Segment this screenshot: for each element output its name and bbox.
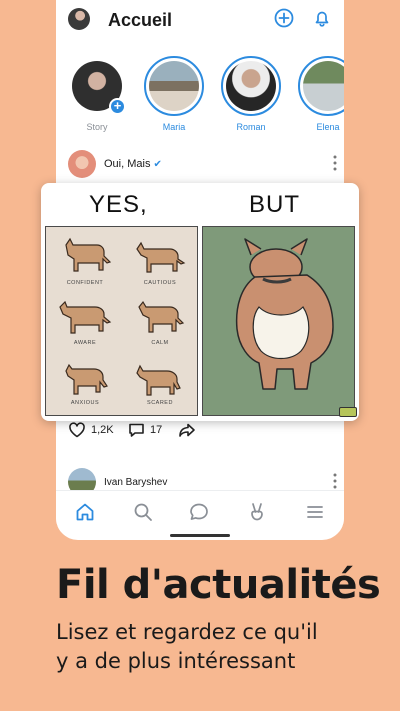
post-author[interactable]: Oui, Mais ✔ (104, 158, 162, 170)
post-actions: 1,2K 17 (68, 422, 268, 442)
meme-card[interactable]: YES, BUT CONFIDENT CAUTIOUS AWARE CALM A… (41, 183, 359, 421)
more-icon[interactable] (332, 154, 338, 172)
dog-pose: CAUTIOUS (123, 233, 197, 293)
dog-illustration (136, 364, 181, 396)
story-avatar (149, 61, 199, 111)
promo-subline: Lisez et regardez ce qu'il y a de plus i… (56, 618, 386, 676)
share-button[interactable] (178, 422, 196, 438)
comment-icon (129, 423, 144, 437)
chat-icon[interactable] (188, 501, 210, 523)
stories-row: + Story Maria Roman Elena (56, 56, 344, 132)
dog-pose: ANXIOUS (48, 353, 122, 413)
dog-pose: SCARED (123, 353, 197, 413)
plus-icon[interactable] (274, 8, 294, 28)
peace-icon[interactable] (246, 501, 268, 523)
bell-icon[interactable] (312, 8, 332, 28)
story-label: Elena (316, 122, 340, 132)
story-roman[interactable]: Roman (216, 56, 286, 132)
dog-pose: CONFIDENT (48, 233, 122, 293)
meme-left-title: YES, (89, 191, 148, 218)
story-ring (298, 56, 344, 116)
search-icon[interactable] (132, 501, 154, 523)
home-icon[interactable] (74, 501, 96, 523)
dog-illustration (136, 241, 186, 273)
dog-illustration (138, 300, 185, 333)
story-label: Story (86, 122, 108, 132)
menu-icon[interactable] (304, 501, 326, 523)
story-label: Roman (236, 122, 266, 132)
share-icon (179, 423, 195, 437)
promo-subline-2: y a de plus intéressant (56, 649, 296, 673)
watermark-badge (339, 407, 357, 417)
author-avatar[interactable] (68, 150, 96, 178)
page-title: Accueil (108, 10, 173, 30)
like-count: 1,2K (91, 424, 114, 436)
dog-pose: CALM (123, 293, 197, 353)
meme-left-panel: CONFIDENT CAUTIOUS AWARE CALM ANXIOUS SC… (45, 226, 198, 416)
dog-pose: AWARE (48, 293, 122, 353)
story-avatar (303, 61, 344, 111)
top-bar: Accueil (56, 0, 344, 46)
promo-headline: Fil d'actualités (56, 562, 381, 608)
promo-subline-1: Lisez et regardez ce qu'il (56, 620, 318, 644)
dog-illustration (59, 300, 112, 334)
story-avatar (226, 61, 276, 111)
dog-illustration (65, 363, 108, 395)
story-own[interactable]: + Story (62, 56, 132, 132)
heart-icon (69, 422, 85, 438)
more-icon[interactable] (332, 472, 338, 490)
like-button[interactable]: 1,2K (68, 422, 114, 438)
comment-button[interactable]: 17 (128, 422, 162, 438)
meme-right-panel (202, 226, 355, 416)
home-indicator (170, 534, 230, 537)
profile-avatar[interactable] (68, 8, 90, 30)
post-header: Oui, Mais ✔ (68, 150, 338, 180)
story-elena[interactable]: Elena (293, 56, 344, 132)
story-ring (221, 56, 281, 116)
verified-icon: ✔ (153, 159, 162, 170)
story-label: Maria (162, 122, 186, 132)
add-story-icon[interactable]: + (109, 98, 126, 115)
bottom-nav (56, 490, 344, 532)
meme-right-title: BUT (249, 191, 300, 218)
corgi-illustration (235, 238, 334, 390)
story-maria[interactable]: Maria (139, 56, 209, 132)
dog-illustration (65, 237, 112, 272)
author-name: Oui, Mais (104, 158, 151, 170)
story-ring (144, 56, 204, 116)
comment-count: 17 (150, 424, 163, 436)
story-ring: + (67, 56, 127, 116)
post-author[interactable]: Ivan Baryshev (104, 477, 167, 488)
